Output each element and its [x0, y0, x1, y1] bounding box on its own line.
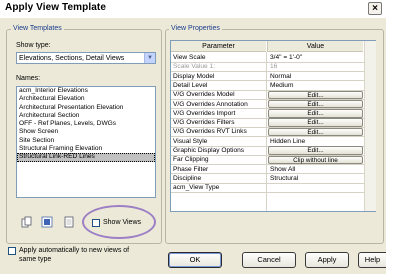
template-list-item[interactable]: Architectural Elevation: [17, 95, 155, 103]
property-edit-button[interactable]: Edit...: [268, 90, 363, 100]
rename-template-icon[interactable]: [41, 216, 53, 228]
property-name: Scale Value 1:: [173, 63, 216, 71]
template-list-item[interactable]: acm_Interior Elevations: [17, 87, 155, 95]
property-value[interactable]: Show All: [270, 165, 295, 174]
apply-view-template-dialog: Apply View Template × View Templates Sho…: [0, 0, 390, 274]
dialog-title: Apply View Template: [5, 2, 107, 13]
property-name: Discipline: [173, 174, 202, 182]
column-header-value[interactable]: Value: [267, 41, 363, 52]
template-list-item[interactable]: Architectural Presentation Elevation: [17, 104, 155, 112]
property-name: V/G Overrides Model: [173, 91, 235, 99]
template-list-item[interactable]: Structural Link-RED Lines: [17, 153, 155, 162]
apply-button[interactable]: Apply: [305, 252, 349, 268]
property-value[interactable]: 16: [270, 62, 277, 71]
show-type-dropdown[interactable]: Elevations, Sections, Detail Views ▼: [16, 52, 156, 64]
help-button[interactable]: Help: [358, 252, 386, 268]
duplicate-template-icon[interactable]: [21, 216, 33, 228]
view-properties-group-label: View Properties: [169, 25, 222, 33]
property-name: V/G Overrides Filters: [173, 119, 235, 127]
property-value[interactable]: Structural: [270, 174, 298, 183]
property-value[interactable]: Normal: [270, 72, 291, 81]
property-edit-button[interactable]: Edit...: [268, 99, 363, 109]
property-edit-button[interactable]: Clip without line: [268, 155, 363, 165]
property-name: Far Clipping: [173, 156, 209, 164]
properties-scrollbar[interactable]: [364, 41, 376, 211]
apply-automatically-label-line2: same type: [19, 256, 52, 263]
property-value[interactable]: Medium: [270, 81, 293, 90]
property-edit-button[interactable]: Edit...: [268, 109, 363, 118]
view-templates-group-label: View Templates: [11, 25, 64, 33]
title-bar[interactable]: Apply View Template ×: [0, 0, 386, 18]
chevron-down-icon[interactable]: ▼: [144, 53, 155, 63]
apply-automatically-checkbox[interactable]: [8, 247, 16, 255]
template-list-item[interactable]: OFF - Ref Planes, Levels, DWGs: [17, 120, 155, 128]
property-name: Detail Level: [173, 81, 208, 89]
property-value[interactable]: 3/4" = 1'-0": [270, 53, 302, 62]
template-names-list[interactable]: acm_Interior Elevations Architectural Ele…: [16, 86, 156, 198]
template-list-item[interactable]: Show Screen: [17, 128, 155, 136]
show-views-checkbox[interactable]: [92, 219, 100, 227]
template-list-item[interactable]: Site Section: [17, 137, 155, 145]
template-list-item[interactable]: Structural Framing Elevation: [17, 145, 155, 153]
apply-automatically-label-line1: Apply automatically to new views of: [19, 247, 130, 254]
close-icon[interactable]: ×: [368, 2, 382, 15]
template-list-item[interactable]: Architectural Section: [17, 112, 155, 120]
property-name: acm_View Type: [173, 184, 220, 192]
column-header-parameter[interactable]: Parameter: [171, 41, 266, 52]
property-name: V/G Overrides RVT Links: [173, 128, 247, 136]
property-name: View Scale: [173, 54, 206, 61]
property-edit-button[interactable]: Edit...: [268, 127, 363, 137]
property-name: V/G Overrides Annotation: [173, 100, 248, 108]
cropped-edge: [386, 0, 400, 274]
names-label: Names:: [16, 75, 41, 82]
delete-template-icon[interactable]: [63, 216, 75, 228]
ok-button[interactable]: OK: [168, 252, 222, 268]
property-name: Graphic Display Options: [173, 147, 245, 154]
property-edit-button[interactable]: Edit...: [268, 118, 363, 127]
cancel-button[interactable]: Cancel: [242, 252, 296, 268]
property-value[interactable]: Hidden Line: [270, 137, 305, 146]
property-name: V/G Overrides Import: [173, 109, 236, 117]
property-edit-button[interactable]: Edit...: [268, 146, 363, 155]
show-views-label: Show Views: [103, 219, 142, 226]
show-type-label: Show type:: [16, 42, 51, 49]
row-divider: [171, 192, 364, 193]
view-properties-table: Parameter Value View Scale 3/4" = 1'-0" Sc…: [170, 40, 376, 212]
property-name: Phase Filter: [173, 165, 209, 173]
property-name: Visual Style: [173, 137, 208, 145]
show-type-value: Elevations, Sections, Detail Views: [19, 55, 125, 62]
property-name: Display Model: [173, 72, 215, 80]
